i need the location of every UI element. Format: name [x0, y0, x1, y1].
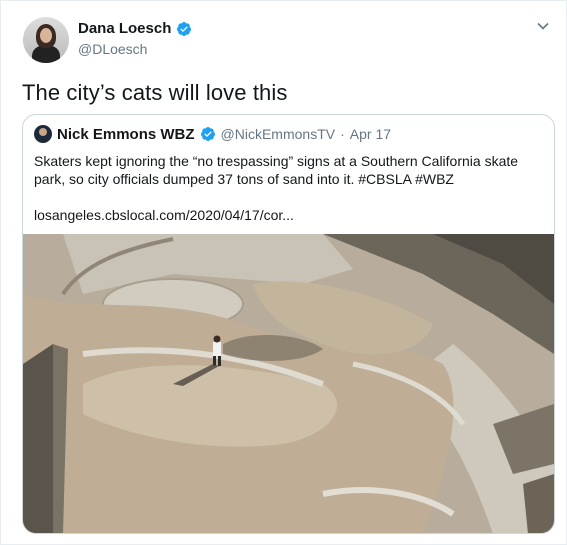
quoted-display-name: Nick Emmons WBZ [57, 125, 195, 143]
author-handle[interactable]: @DLoesch [78, 41, 147, 57]
quoted-avatar [34, 125, 52, 143]
quoted-text: Skaters kept ignoring the “no trespassin… [34, 153, 519, 187]
skate-park-photo[interactable] [23, 234, 554, 534]
verified-badge-icon [177, 21, 192, 36]
quoted-tweet[interactable]: Nick Emmons WBZ @NickEmmonsTV · Apr 17 S… [22, 114, 555, 534]
verified-badge-icon [200, 127, 215, 141]
quoted-date: Apr 17 [349, 126, 392, 142]
author-avatar[interactable] [23, 17, 69, 63]
tweet-card: Dana Loesch @DLoesch The city’s cats wil… [0, 0, 567, 545]
author-name-row: Dana Loesch [78, 20, 192, 37]
quoted-header: Nick Emmons WBZ @NickEmmonsTV · Apr 17 [34, 125, 391, 143]
tweet-text: The city’s cats will love this [22, 80, 288, 105]
chevron-down-icon[interactable] [536, 19, 550, 33]
author-display-name[interactable]: Dana Loesch [78, 20, 171, 37]
quoted-separator: · [340, 126, 345, 142]
quoted-link: losangeles.cbslocal.com/2020/04/17/cor..… [34, 207, 294, 223]
quoted-handle: @NickEmmonsTV [220, 126, 336, 142]
